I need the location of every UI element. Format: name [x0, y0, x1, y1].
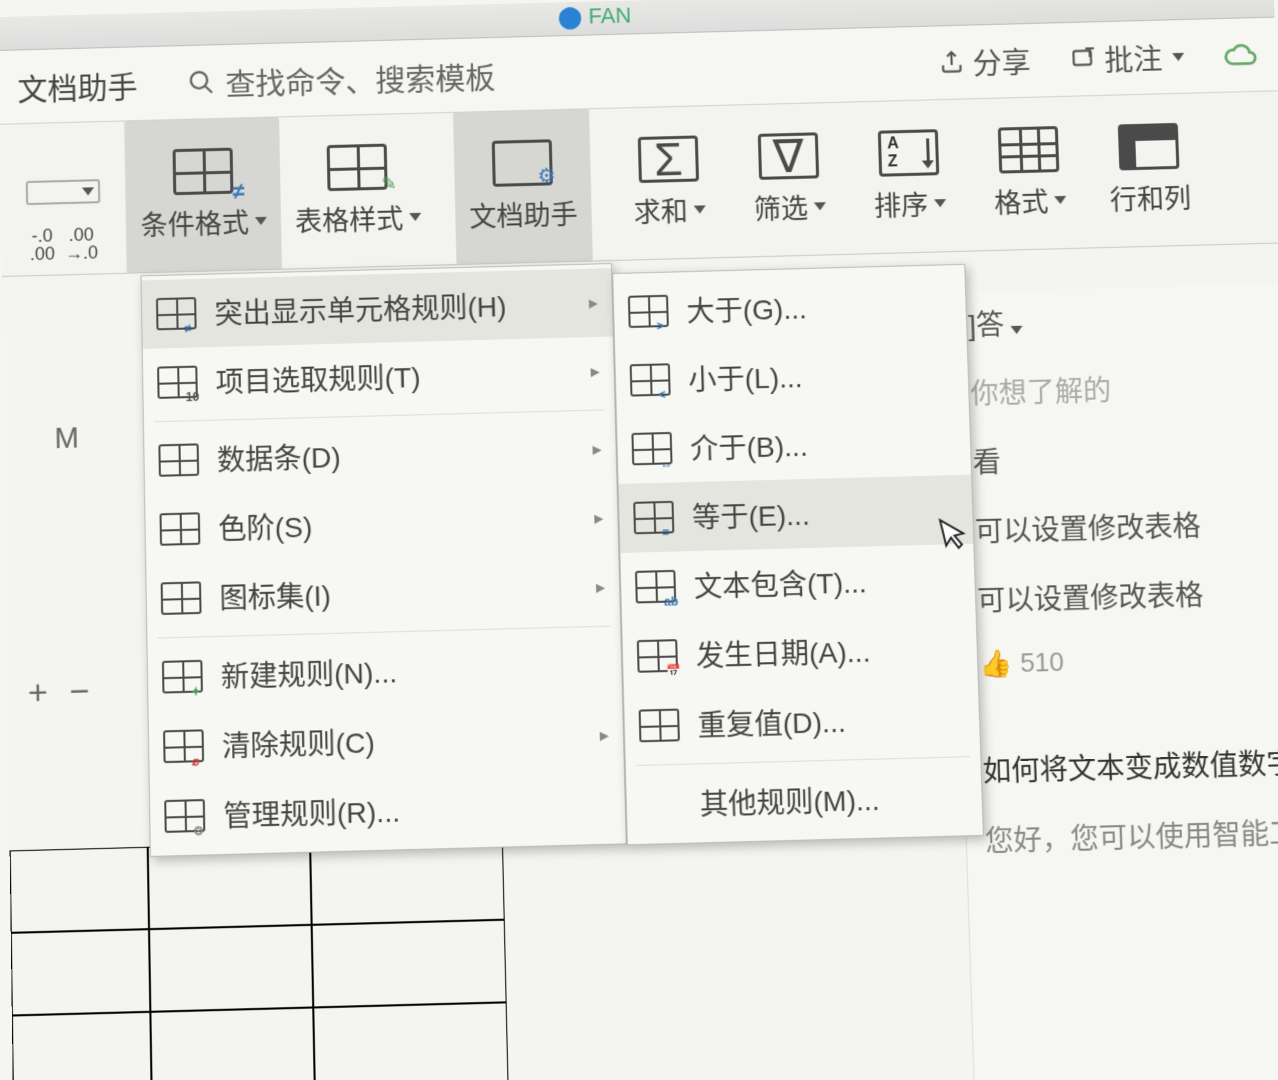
number-format-group: -.0.00 .00→.0 — [0, 121, 127, 276]
submenu-less-than[interactable]: < 小于(L)... — [615, 337, 969, 415]
duplicate-icon — [639, 709, 680, 743]
menu-data-bars[interactable]: 数据条(D)▸ — [144, 414, 617, 495]
help-like[interactable]: 👍 510 — [979, 646, 1065, 680]
search-placeholder: 查找命令、搜索模板 — [225, 52, 496, 103]
sort-button[interactable]: 排序 — [847, 99, 972, 253]
tab-doc-assistant[interactable]: 文档助手 — [17, 62, 138, 109]
filter-button[interactable]: ∇ 筛选 — [727, 103, 852, 257]
sort-icon — [878, 129, 939, 177]
submenu-between[interactable]: ↔ 介于(B)... — [617, 406, 971, 484]
doc-assistant-button[interactable]: ⚙ 文档助手 — [453, 109, 593, 264]
column-header-m[interactable]: M — [54, 422, 79, 456]
comment-icon — [1070, 46, 1097, 73]
title-fragment: ⬤ FAN — [557, 3, 631, 31]
submenu-greater-than[interactable]: > 大于(G)... — [613, 269, 966, 347]
help-answer-tag: ]答 — [968, 296, 1278, 344]
filter-icon: ∇ — [758, 132, 819, 180]
icon-sets-icon — [161, 581, 202, 615]
menu-color-scales[interactable]: 色阶(S)▸ — [145, 483, 618, 564]
color-scales-icon — [159, 512, 200, 546]
submenu-text-contains[interactable]: ab 文本包含(T)... — [620, 544, 975, 623]
help-search-hint[interactable]: 你想了解的 — [970, 364, 1278, 413]
table-style-icon: ✎ — [327, 144, 388, 192]
share-icon — [938, 49, 965, 76]
search-command[interactable]: 查找命令、搜索模板 — [187, 52, 496, 104]
sum-button[interactable]: Σ 求和 — [607, 106, 731, 260]
thumbs-up-icon: 👍 — [979, 648, 1013, 681]
row-col-icon — [1118, 123, 1180, 171]
help-line-1: 可以设置修改表格 — [974, 502, 1278, 551]
decrease-decimal[interactable]: .00→.0 — [65, 225, 99, 262]
highlight-rules-submenu: > 大于(G)... < 小于(L)... ↔ 介于(B)... = 等于(E)… — [612, 264, 984, 846]
menu-highlight-cell-rules[interactable]: ≠ 突出显示单元格规则(H)▸ — [142, 268, 613, 349]
format-button[interactable]: 格式 — [967, 96, 1092, 250]
menu-new-rule[interactable]: ✦ 新建规则(N)... — [147, 630, 622, 712]
submenu-equal-to[interactable]: = 等于(E)... — [619, 475, 974, 553]
conditional-format-button[interactable]: ≠ 条件格式 — [125, 117, 282, 272]
help-question-2: 如何将文本变成数值数字 — [982, 741, 1278, 790]
submenu-duplicate-values[interactable]: 重复值(D)... — [624, 682, 980, 761]
row-col-button[interactable]: 行和列 — [1087, 93, 1213, 247]
help-answer-2: 您好，您可以使用智能工具 — [984, 811, 1278, 860]
share-button[interactable]: 分享 — [938, 39, 1031, 83]
submenu-date-occurring[interactable]: 📅 发生日期(A)... — [622, 613, 978, 692]
menu-manage-rules[interactable]: ⚙ 管理规则(R)... — [150, 769, 626, 851]
format-icon — [998, 126, 1060, 174]
doc-assistant-icon: ⚙ — [492, 139, 553, 187]
submenu-more-rules[interactable]: 其他规则(M)... — [626, 761, 983, 840]
zoom-controls[interactable]: + − — [28, 672, 97, 714]
menu-top-bottom-rules[interactable]: 10 项目选取规则(T)▸ — [143, 336, 615, 417]
data-bars-icon — [158, 443, 199, 476]
help-panel: ]答 你想了解的 看 可以设置修改表格 可以设置修改表格 👍 510 如何将文本… — [948, 284, 1278, 1080]
help-look: 看 — [972, 433, 1278, 482]
comment-button[interactable]: 批注 — [1070, 35, 1185, 80]
increase-decimal[interactable]: -.0.00 — [29, 226, 55, 263]
sum-icon: Σ — [638, 135, 699, 183]
menu-clear-rules[interactable]: ⌀ 清除规则(C)▸ — [149, 700, 624, 782]
help-line-2: 可以设置修改表格 — [977, 571, 1278, 620]
search-icon — [187, 68, 215, 97]
cloud-icon[interactable] — [1224, 40, 1259, 69]
menu-icon-sets[interactable]: 图标集(I)▸ — [146, 552, 620, 634]
conditional-format-menu: ≠ 突出显示单元格规则(H)▸ 10 项目选取规则(T)▸ 数据条(D)▸ 色阶… — [141, 263, 627, 857]
table-grid[interactable] — [10, 837, 513, 1080]
table-style-button[interactable]: ✎ 表格样式 — [279, 113, 436, 268]
conditional-format-icon: ≠ — [173, 148, 234, 196]
